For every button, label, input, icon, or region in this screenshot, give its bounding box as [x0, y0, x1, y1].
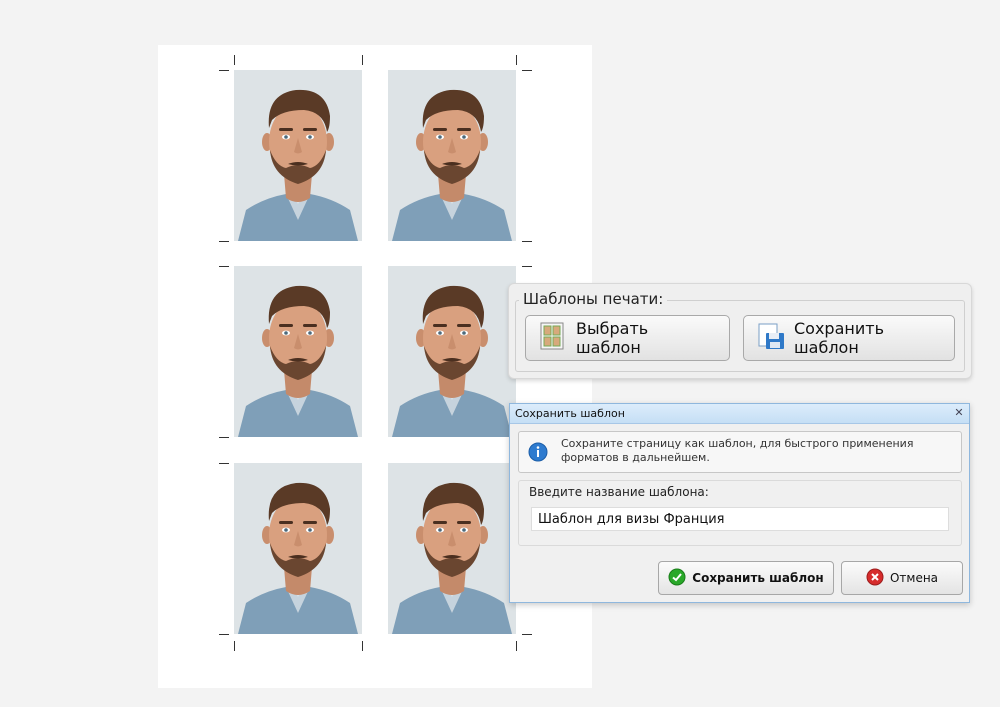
- crop-mark: [522, 634, 532, 635]
- photo-2: [388, 70, 516, 241]
- template-name-group: Введите название шаблона:: [518, 480, 962, 546]
- choose-template-button[interactable]: Выбрать шаблон: [525, 315, 730, 361]
- crop-mark: [219, 70, 229, 71]
- crop-mark: [522, 241, 532, 242]
- dialog-cancel-button[interactable]: Отмена: [841, 561, 963, 595]
- crop-mark: [362, 55, 363, 65]
- photo-1: [234, 70, 362, 241]
- dialog-title: Сохранить шаблон: [515, 407, 625, 420]
- crop-mark: [522, 70, 532, 71]
- info-icon: [528, 442, 548, 462]
- save-template-dialog: Сохранить шаблон ✕ Сохраните страницу ка…: [509, 403, 970, 603]
- dialog-cancel-label: Отмена: [889, 571, 939, 585]
- photo-4: [388, 266, 516, 437]
- crop-mark: [522, 266, 532, 267]
- crop-mark: [516, 55, 517, 65]
- check-icon: [668, 568, 686, 589]
- info-message-box: Сохраните страницу как шаблон, для быстр…: [518, 431, 962, 473]
- crop-mark: [234, 55, 235, 65]
- floppy-disk-icon: [756, 321, 786, 355]
- choose-template-label: Выбрать шаблон: [576, 319, 649, 357]
- photo-6: [388, 463, 516, 634]
- crop-mark: [219, 241, 229, 242]
- templates-title: Шаблоны печати:: [519, 290, 668, 308]
- close-icon[interactable]: ✕: [952, 406, 966, 420]
- print-templates-panel: Шаблоны печати: Выбрать шаблон Сохранить…: [508, 283, 972, 379]
- dialog-titlebar[interactable]: Сохранить шаблон ✕: [510, 404, 969, 424]
- dialog-save-label: Сохранить шаблон: [692, 571, 824, 585]
- save-template-label: Сохранить шаблон: [794, 319, 884, 357]
- info-text: Сохраните страницу как шаблон, для быстр…: [561, 437, 914, 464]
- crop-mark: [516, 641, 517, 651]
- template-name-input[interactable]: [531, 507, 949, 531]
- cancel-icon: [866, 568, 884, 589]
- crop-mark: [362, 641, 363, 651]
- crop-mark: [219, 463, 229, 464]
- crop-mark: [219, 437, 229, 438]
- crop-mark: [219, 634, 229, 635]
- dialog-save-button[interactable]: Сохранить шаблон: [658, 561, 834, 595]
- save-template-button[interactable]: Сохранить шаблон: [743, 315, 955, 361]
- crop-mark: [219, 266, 229, 267]
- template-grid-icon: [538, 321, 568, 355]
- photo-5: [234, 463, 362, 634]
- photo-3: [234, 266, 362, 437]
- crop-mark: [234, 641, 235, 651]
- template-name-label: Введите название шаблона:: [529, 485, 709, 499]
